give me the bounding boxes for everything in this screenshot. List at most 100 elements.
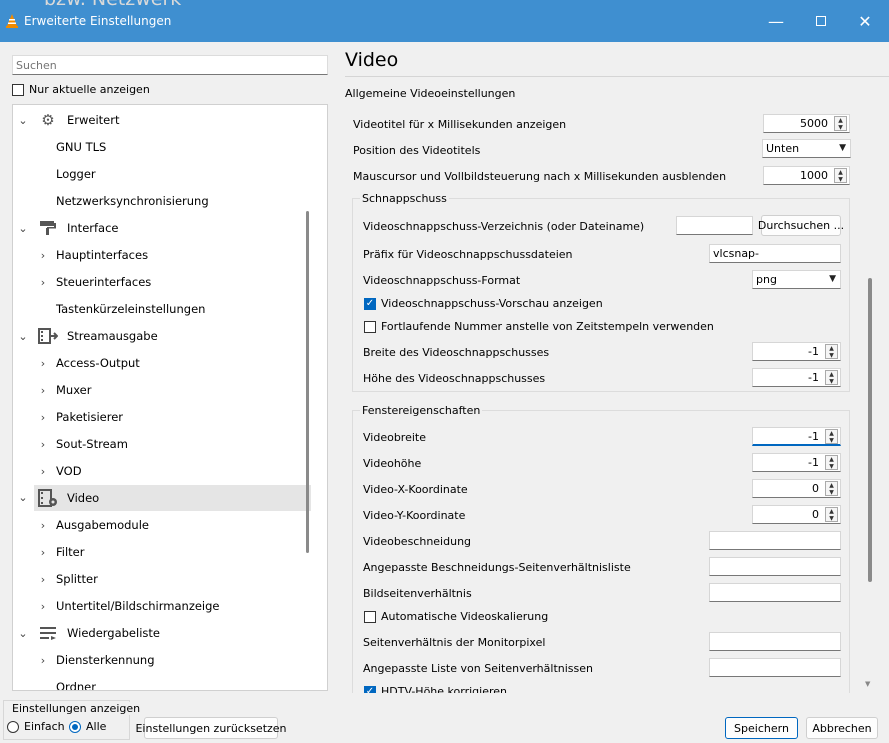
- chevron-right-icon[interactable]: ›: [37, 465, 49, 478]
- tree-item-hauptinterfaces[interactable]: › Hauptinterfaces: [13, 242, 313, 268]
- chevron-right-icon[interactable]: ›: [37, 519, 49, 532]
- tree-item-ordner[interactable]: Ordner: [13, 674, 313, 690]
- chevron-down-icon[interactable]: ⌄: [17, 330, 29, 343]
- custom-crop-input[interactable]: [709, 557, 841, 576]
- reset-settings-button[interactable]: Einstellungen zurücksetzen: [135, 717, 287, 739]
- mouse-hide-spinbox[interactable]: 1000 ▲ ▼: [763, 166, 850, 185]
- monitor-par-input[interactable]: [709, 632, 841, 651]
- tree-item-streamausgabe[interactable]: ⌄ Streamausgabe: [13, 323, 313, 349]
- chevron-right-icon[interactable]: ›: [37, 411, 49, 424]
- video-settings-icon: [38, 489, 58, 507]
- minimize-button[interactable]: —: [756, 8, 796, 34]
- tree-item-ausgabemodule[interactable]: › Ausgabemodule: [13, 512, 313, 538]
- radio-simple[interactable]: Einfach: [7, 720, 65, 733]
- video-height-spinbox[interactable]: -1 ▲ ▼: [752, 453, 841, 472]
- tree-item-diensterkennung[interactable]: › Diensterkennung: [13, 647, 313, 673]
- save-button[interactable]: Speichern: [725, 717, 798, 739]
- chevron-right-icon[interactable]: ›: [37, 384, 49, 397]
- checkbox-box[interactable]: [364, 610, 376, 623]
- tree-item-filter[interactable]: › Filter: [13, 539, 313, 565]
- checkmark-icon[interactable]: ✓: [364, 297, 376, 310]
- chevron-down-icon[interactable]: ⌄: [17, 627, 29, 640]
- chevron-right-icon[interactable]: ›: [37, 600, 49, 613]
- snapshot-dir-input[interactable]: [676, 216, 753, 235]
- title-duration-spinbox[interactable]: 5000 ▲ ▼: [763, 114, 850, 133]
- chevron-right-icon[interactable]: ›: [37, 276, 49, 289]
- tree-item-gnu-tls[interactable]: GNU TLS: [13, 134, 313, 160]
- tree-item-muxer[interactable]: › Muxer: [13, 377, 313, 403]
- spin-arrows-icon[interactable]: ▲ ▼: [825, 507, 838, 522]
- maximize-button[interactable]: [801, 8, 841, 34]
- hdtv-checkbox[interactable]: ✓ HDTV-Höhe korrigieren: [364, 685, 507, 693]
- browse-button[interactable]: Durchsuchen ...: [758, 215, 844, 236]
- tree-item-interface[interactable]: ⌄ Interface: [13, 215, 313, 241]
- tree-item-sout-stream[interactable]: › Sout-Stream: [13, 431, 313, 457]
- scroll-down-icon[interactable]: ▼: [865, 680, 870, 688]
- tree-item-erweitert[interactable]: ⌄ ⚙ Erweitert: [13, 107, 313, 133]
- custom-aspect-input[interactable]: [709, 658, 841, 677]
- chevron-right-icon[interactable]: ›: [37, 573, 49, 586]
- chevron-right-icon[interactable]: ›: [37, 546, 49, 559]
- close-button[interactable]: ✕: [845, 8, 885, 34]
- radio-circle[interactable]: [7, 720, 19, 733]
- title-divider: [345, 76, 889, 77]
- tree-item-tastenkuerzel[interactable]: Tastenkürzeleinstellungen: [13, 296, 313, 322]
- spin-arrows-icon[interactable]: ▲ ▼: [834, 168, 847, 183]
- tree-item-wiedergabeliste[interactable]: ⌄ Wiedergabeliste: [13, 620, 313, 646]
- settings-tree[interactable]: ⌄ ⚙ Erweitert GNU TLS Logger Netzwerksyn…: [12, 104, 328, 691]
- tree-item-untertitel[interactable]: › Untertitel/Bildschirmanzeige: [13, 593, 313, 619]
- aspect-ratio-input[interactable]: [709, 583, 841, 602]
- spin-arrows-icon[interactable]: ▲ ▼: [825, 481, 838, 496]
- chevron-right-icon[interactable]: ›: [37, 438, 49, 451]
- checkbox-box[interactable]: [12, 83, 24, 96]
- tree-item-video[interactable]: Video: [34, 485, 311, 511]
- spin-arrows-icon[interactable]: ▲ ▼: [825, 370, 838, 385]
- search-input[interactable]: [12, 55, 328, 75]
- chevron-down-icon[interactable]: ⌄: [17, 222, 29, 235]
- only-current-checkbox[interactable]: Nur aktuelle anzeigen: [12, 83, 150, 96]
- tree-item-label: Wiedergabeliste: [67, 626, 160, 640]
- video-width-spinbox[interactable]: -1 ▲ ▼: [752, 427, 841, 446]
- chevron-down-icon[interactable]: ⌄: [17, 114, 29, 127]
- close-icon: ✕: [858, 11, 872, 31]
- select-value: png: [756, 273, 777, 286]
- tree-item-access-output[interactable]: › Access-Output: [13, 350, 313, 376]
- checkmark-icon[interactable]: ✓: [364, 685, 376, 693]
- tree-item-label: Tastenkürzeleinstellungen: [56, 302, 206, 316]
- video-x-spinbox[interactable]: 0 ▲ ▼: [752, 479, 841, 498]
- checkbox-box[interactable]: [364, 320, 376, 333]
- title-position-select[interactable]: Unten ▼: [762, 139, 851, 158]
- snapshot-format-label: Videoschnappschuss-Format: [363, 274, 521, 287]
- snapshot-sequential-checkbox[interactable]: Fortlaufende Nummer anstelle von Zeitste…: [364, 320, 714, 333]
- tree-item-splitter[interactable]: › Splitter: [13, 566, 313, 592]
- spinbox-value: -1: [808, 429, 819, 443]
- tree-item-vod[interactable]: › VOD: [13, 458, 313, 484]
- radio-all[interactable]: Alle: [69, 720, 106, 733]
- spin-arrows-icon[interactable]: ▲ ▼: [825, 429, 838, 444]
- spin-arrows-icon[interactable]: ▲ ▼: [825, 344, 838, 359]
- snapshot-height-spinbox[interactable]: -1 ▲ ▼: [752, 368, 841, 387]
- spin-arrows-icon[interactable]: ▲ ▼: [825, 455, 838, 470]
- snapshot-prefix-input[interactable]: vlcsnap-: [709, 244, 841, 263]
- chevron-right-icon[interactable]: ›: [37, 654, 49, 667]
- tree-item-steuerinterfaces[interactable]: › Steuerinterfaces: [13, 269, 313, 295]
- tree-scrollbar[interactable]: [306, 211, 309, 553]
- video-crop-input[interactable]: [709, 531, 841, 550]
- radio-circle[interactable]: [69, 720, 81, 733]
- select-value: Unten: [766, 142, 800, 155]
- snapshot-preview-checkbox[interactable]: ✓ Videoschnappschuss-Vorschau anzeigen: [364, 297, 603, 310]
- tree-item-logger[interactable]: Logger: [13, 161, 313, 187]
- spinbox-value: 0: [812, 482, 819, 495]
- chevron-down-icon[interactable]: ⌄: [17, 491, 29, 504]
- chevron-right-icon[interactable]: ›: [37, 249, 49, 262]
- content-scrollbar[interactable]: [868, 278, 872, 582]
- tree-item-paketisierer[interactable]: › Paketisierer: [13, 404, 313, 430]
- cancel-button[interactable]: Abbrechen: [806, 717, 878, 739]
- snapshot-width-spinbox[interactable]: -1 ▲ ▼: [752, 342, 841, 361]
- autoscale-checkbox[interactable]: Automatische Videoskalierung: [364, 610, 548, 623]
- spin-arrows-icon[interactable]: ▲ ▼: [834, 116, 847, 131]
- chevron-right-icon[interactable]: ›: [37, 357, 49, 370]
- video-y-spinbox[interactable]: 0 ▲ ▼: [752, 505, 841, 524]
- tree-item-netzwerksynchronisierung[interactable]: Netzwerksynchronisierung: [13, 188, 313, 214]
- snapshot-format-select[interactable]: png ▼: [752, 270, 841, 289]
